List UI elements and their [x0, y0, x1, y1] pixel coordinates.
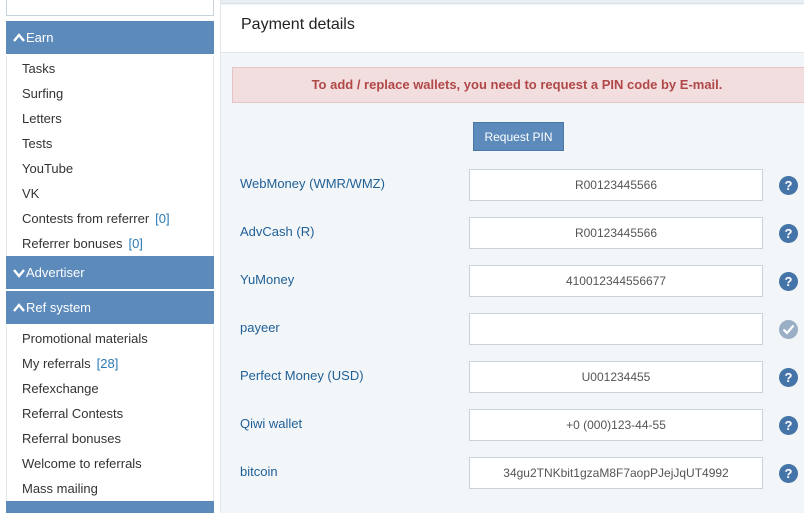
- wallet-input[interactable]: R00123445566: [469, 169, 763, 201]
- ref-item[interactable]: My referrals [28]: [7, 351, 213, 376]
- ref-item-label: Mass mailing: [22, 481, 98, 496]
- section-advertiser-header[interactable]: Advertiser: [6, 256, 214, 289]
- wallet-label: bitcoin: [240, 464, 278, 479]
- page-title: Payment details: [241, 16, 355, 33]
- earn-item[interactable]: Surfing: [7, 81, 213, 106]
- top-divider: [221, 0, 804, 4]
- section-earn-label: Earn: [26, 30, 54, 45]
- wallet-label: Perfect Money (USD): [240, 368, 364, 383]
- earn-item-label: Letters: [22, 111, 62, 126]
- earn-item-label: Tests: [22, 136, 53, 151]
- ref-item[interactable]: Referral bonuses: [7, 426, 213, 451]
- ref-item[interactable]: Welcome to referrals: [7, 451, 213, 476]
- pin-alert: To add / replace wallets, you need to re…: [232, 67, 804, 103]
- wallet-label: WebMoney (WMR/WMZ): [240, 176, 385, 191]
- check-circle-icon: [779, 320, 798, 339]
- earn-item[interactable]: Letters: [7, 106, 213, 131]
- earn-list: Tasks Surfing Letters Tests YouTube VK Contest…: [6, 56, 214, 256]
- ref-item[interactable]: Referral Contests: [7, 401, 213, 426]
- question-circle-icon[interactable]: ?: [779, 464, 798, 483]
- earn-item[interactable]: Contests from referrer [0]: [7, 206, 213, 231]
- ref-item-label: Refexchange: [22, 381, 99, 396]
- wallet-input[interactable]: R00123445566: [469, 217, 763, 249]
- chevron-up-icon: [13, 303, 25, 312]
- wallet-row: Qiwi wallet +0 (000)123-44-55?: [221, 409, 804, 441]
- question-circle-icon[interactable]: ?: [779, 368, 798, 387]
- main-panel: Payment details To add / replace wallets…: [220, 0, 804, 513]
- wallet-label: YuMoney: [240, 272, 295, 287]
- ref-item-label: Promotional materials: [22, 331, 148, 346]
- ref-item-count: [28]: [96, 356, 119, 371]
- earn-item-count: [0]: [155, 211, 170, 226]
- ref-item-label: My referrals: [22, 356, 91, 371]
- earn-item-label: Contests from referrer: [22, 211, 150, 226]
- question-circle-icon[interactable]: ?: [779, 272, 798, 291]
- wallet-input[interactable]: [469, 313, 763, 345]
- ref-item[interactable]: Promotional materials: [7, 326, 213, 351]
- request-pin-button[interactable]: Request PIN: [473, 122, 564, 151]
- wallet-row: bitcoin 34gu2TNKbit1gzaM8F7aopPJejJqUT499…: [221, 457, 804, 489]
- wallet-input[interactable]: +0 (000)123-44-55: [469, 409, 763, 441]
- earn-item-label: Referrer bonuses: [22, 236, 123, 251]
- sidebar: Earn Tasks Surfing Letters Tests YouTube VK Co…: [0, 0, 220, 513]
- earn-item-label: VK: [22, 186, 40, 201]
- ref-item-label: Welcome to referrals: [22, 456, 142, 471]
- earn-item[interactable]: Tasks: [7, 56, 213, 81]
- wallet-row: payeer: [221, 313, 804, 345]
- wallet-row: YuMoney 410012344556677?: [221, 265, 804, 297]
- wallet-label: Qiwi wallet: [240, 416, 303, 431]
- ref-item-label: Referral Contests: [22, 406, 124, 421]
- section-advertiser-label: Advertiser: [26, 265, 85, 280]
- wallet-row: WebMoney (WMR/WMZ) R00123445566?: [221, 169, 804, 201]
- section-ref-header[interactable]: Ref system: [6, 291, 214, 324]
- wallet-row: Perfect Money (USD) U001234455?: [221, 361, 804, 393]
- earn-item-label: YouTube: [22, 161, 74, 176]
- earn-item-label: Surfing: [22, 86, 64, 101]
- chevron-up-icon: [13, 33, 25, 42]
- wallet-label: AdvCash (R): [240, 224, 315, 239]
- wallet-row: AdvCash (R) R00123445566?: [221, 217, 804, 249]
- section-ref-label: Ref system: [26, 300, 92, 315]
- earn-item[interactable]: VK: [7, 181, 213, 206]
- section-next-header[interactable]: [6, 501, 214, 513]
- sidebar-top-box: [6, 0, 214, 16]
- ref-item[interactable]: Mass mailing: [7, 476, 213, 501]
- ref-item-label: Referral bonuses: [22, 431, 121, 446]
- question-circle-icon[interactable]: ?: [779, 224, 798, 243]
- title-bar: Payment details: [221, 5, 804, 53]
- earn-item[interactable]: YouTube: [7, 156, 213, 181]
- earn-item-count: [0]: [128, 236, 143, 251]
- wallet-input[interactable]: U001234455: [469, 361, 763, 393]
- earn-item[interactable]: Tests: [7, 131, 213, 156]
- question-circle-icon[interactable]: ?: [779, 176, 798, 195]
- ref-item[interactable]: Refexchange: [7, 376, 213, 401]
- earn-item-label: Tasks: [22, 61, 56, 76]
- chevron-down-icon: [13, 269, 25, 278]
- section-earn-header[interactable]: Earn: [6, 21, 214, 54]
- ref-list: Promotional materials My referrals [28] Ref…: [6, 326, 214, 501]
- wallet-input[interactable]: 410012344556677: [469, 265, 763, 297]
- wallet-label: payeer: [240, 320, 280, 335]
- earn-item[interactable]: Referrer bonuses [0]: [7, 231, 213, 256]
- wallet-input[interactable]: 34gu2TNKbit1gzaM8F7aopPJejJqUT4992: [469, 457, 763, 489]
- question-circle-icon[interactable]: ?: [779, 416, 798, 435]
